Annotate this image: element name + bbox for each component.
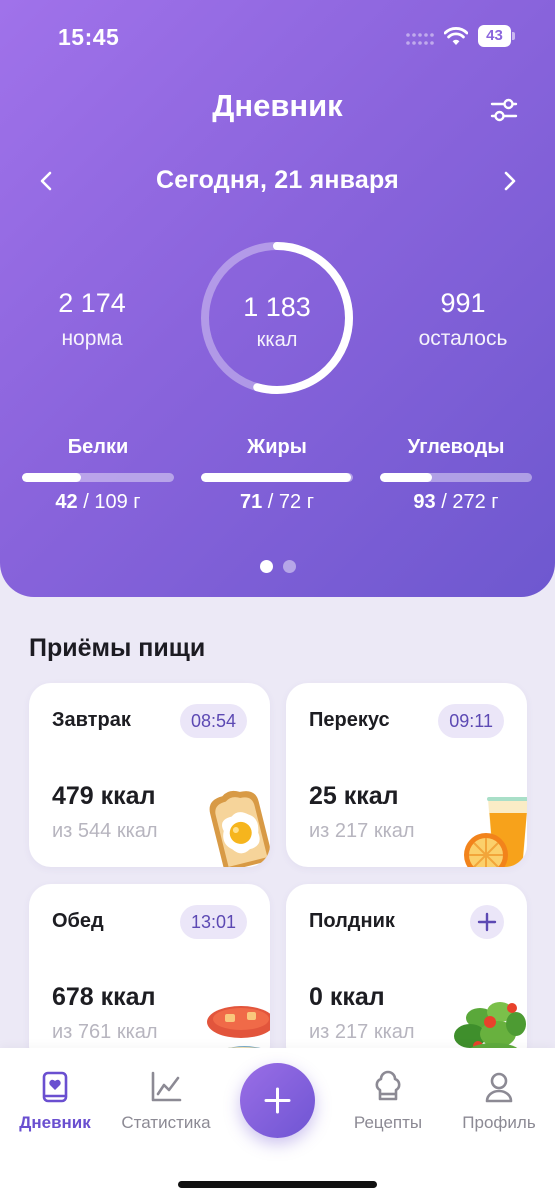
date-navigation: Сегодня, 21 января bbox=[0, 160, 555, 202]
meal-name: Обед bbox=[52, 910, 104, 932]
profile-icon bbox=[485, 1072, 513, 1103]
eaten-stat: 1 183 ккал bbox=[197, 292, 357, 352]
meal-kcal: 0 ккал bbox=[309, 983, 385, 1011]
battery-cap bbox=[512, 32, 515, 40]
macro-value: 71 / 72 г bbox=[201, 491, 353, 514]
meal-name: Полдник bbox=[309, 910, 395, 932]
tab-diary[interactable]: Дневник bbox=[0, 1070, 110, 1133]
tab-label: Рецепты bbox=[353, 1113, 423, 1132]
page-title: Дневник bbox=[212, 88, 343, 123]
meal-card-afternoon-snack[interactable]: Полдник 0 ккал из 217 ккал bbox=[286, 884, 527, 1068]
meal-card-breakfast[interactable]: Завтрак 08:54 479 ккал из 544 ккал bbox=[29, 683, 270, 867]
macro-goal: / 109 г bbox=[83, 491, 141, 513]
plus-icon bbox=[477, 912, 497, 932]
add-meal-button[interactable] bbox=[470, 905, 504, 939]
macro-name: Белки bbox=[67, 436, 129, 458]
meal-goal: из 761 ккал bbox=[52, 1021, 158, 1043]
eaten-value: 1 183 bbox=[243, 292, 311, 322]
chart-line-icon bbox=[151, 1071, 182, 1102]
tab-recipes[interactable]: Рецепты bbox=[333, 1070, 443, 1133]
add-food-button[interactable] bbox=[240, 1063, 315, 1138]
meal-time-badge: 08:54 bbox=[179, 704, 247, 738]
filter-settings-icon[interactable] bbox=[489, 95, 519, 125]
wifi-icon bbox=[444, 27, 468, 45]
meal-card-lunch[interactable]: Обед 13:01 678 ккал из 761 ккал bbox=[29, 884, 270, 1068]
macro-proteins: Белки 42 / 109 г bbox=[22, 436, 174, 514]
remaining-stat: 991 осталось bbox=[388, 288, 538, 351]
tab-label: Дневник bbox=[19, 1113, 91, 1132]
chevron-right-icon[interactable] bbox=[496, 166, 522, 196]
macro-progress-bar bbox=[201, 473, 353, 482]
status-time: 15:45 bbox=[58, 24, 120, 50]
page-indicator bbox=[0, 560, 555, 578]
diary-heart-icon bbox=[42, 1071, 68, 1103]
macro-value: 42 / 109 г bbox=[22, 491, 174, 514]
page-dot-1[interactable] bbox=[259, 560, 273, 573]
tab-statistics[interactable]: Статистика bbox=[111, 1070, 221, 1133]
calorie-ring: 1 183 ккал bbox=[197, 238, 357, 398]
page-dot-2[interactable] bbox=[282, 560, 296, 573]
meal-card-snack[interactable]: Перекус 09:11 25 ккал из 217 ккал bbox=[286, 683, 527, 867]
eaten-label: ккал bbox=[256, 329, 298, 351]
norm-value: 2 174 bbox=[58, 288, 126, 318]
macro-progress-bar bbox=[380, 473, 532, 482]
meal-time-badge: 13:01 bbox=[179, 905, 247, 939]
norm-stat: 2 174 норма bbox=[17, 288, 167, 351]
meal-kcal: 25 ккал bbox=[309, 782, 399, 810]
battery-icon: 43 bbox=[478, 25, 516, 47]
macro-name: Жиры bbox=[247, 436, 307, 458]
macro-progress-fill bbox=[380, 473, 432, 482]
meal-kcal: 479 ккал bbox=[52, 782, 156, 810]
meal-name: Перекус bbox=[309, 709, 390, 731]
macro-goal: / 272 г bbox=[441, 491, 499, 513]
meals-section-title: Приёмы пищи bbox=[29, 634, 206, 662]
home-indicator bbox=[178, 1181, 377, 1188]
meal-time-badge: 09:11 bbox=[438, 704, 504, 738]
remaining-value: 991 bbox=[440, 288, 486, 318]
norm-label: норма bbox=[61, 327, 123, 350]
toast-egg-icon bbox=[209, 790, 270, 867]
meal-goal: из 217 ккал bbox=[309, 1021, 415, 1043]
date-label[interactable]: Сегодня, 21 января bbox=[0, 166, 555, 195]
meal-goal: из 217 ккал bbox=[309, 820, 415, 842]
remaining-label: осталось bbox=[418, 327, 508, 350]
macro-progress-fill bbox=[201, 473, 351, 482]
orange-juice-icon bbox=[464, 797, 527, 867]
battery-level: 43 bbox=[478, 25, 511, 47]
status-bar: 15:45 43 bbox=[0, 0, 555, 72]
macro-progress-fill bbox=[22, 473, 81, 482]
diary-header: 15:45 43 Дневник Сегодня, 21 января 2 17… bbox=[0, 0, 555, 597]
macro-eaten: 93 bbox=[413, 491, 436, 513]
macro-eaten: 42 bbox=[55, 491, 78, 513]
meal-goal: из 544 ккал bbox=[52, 820, 158, 842]
macro-name: Углеводы bbox=[407, 436, 505, 458]
macro-fats: Жиры 71 / 72 г bbox=[201, 436, 353, 514]
macro-progress-bar bbox=[22, 473, 174, 482]
tab-label: Статистика bbox=[121, 1113, 211, 1132]
meal-name: Завтрак bbox=[52, 709, 131, 731]
macro-goal: / 72 г bbox=[267, 491, 315, 513]
plus-icon bbox=[264, 1087, 291, 1114]
tab-profile[interactable]: Профиль bbox=[444, 1070, 554, 1133]
chef-hat-icon bbox=[375, 1070, 401, 1101]
macro-value: 93 / 272 г bbox=[380, 491, 532, 514]
macro-carbs: Углеводы 93 / 272 г bbox=[380, 436, 532, 514]
cellular-signal-icon bbox=[406, 33, 434, 45]
tab-label: Профиль bbox=[462, 1113, 536, 1132]
macro-eaten: 71 bbox=[239, 491, 263, 513]
meal-kcal: 678 ккал bbox=[52, 983, 156, 1011]
